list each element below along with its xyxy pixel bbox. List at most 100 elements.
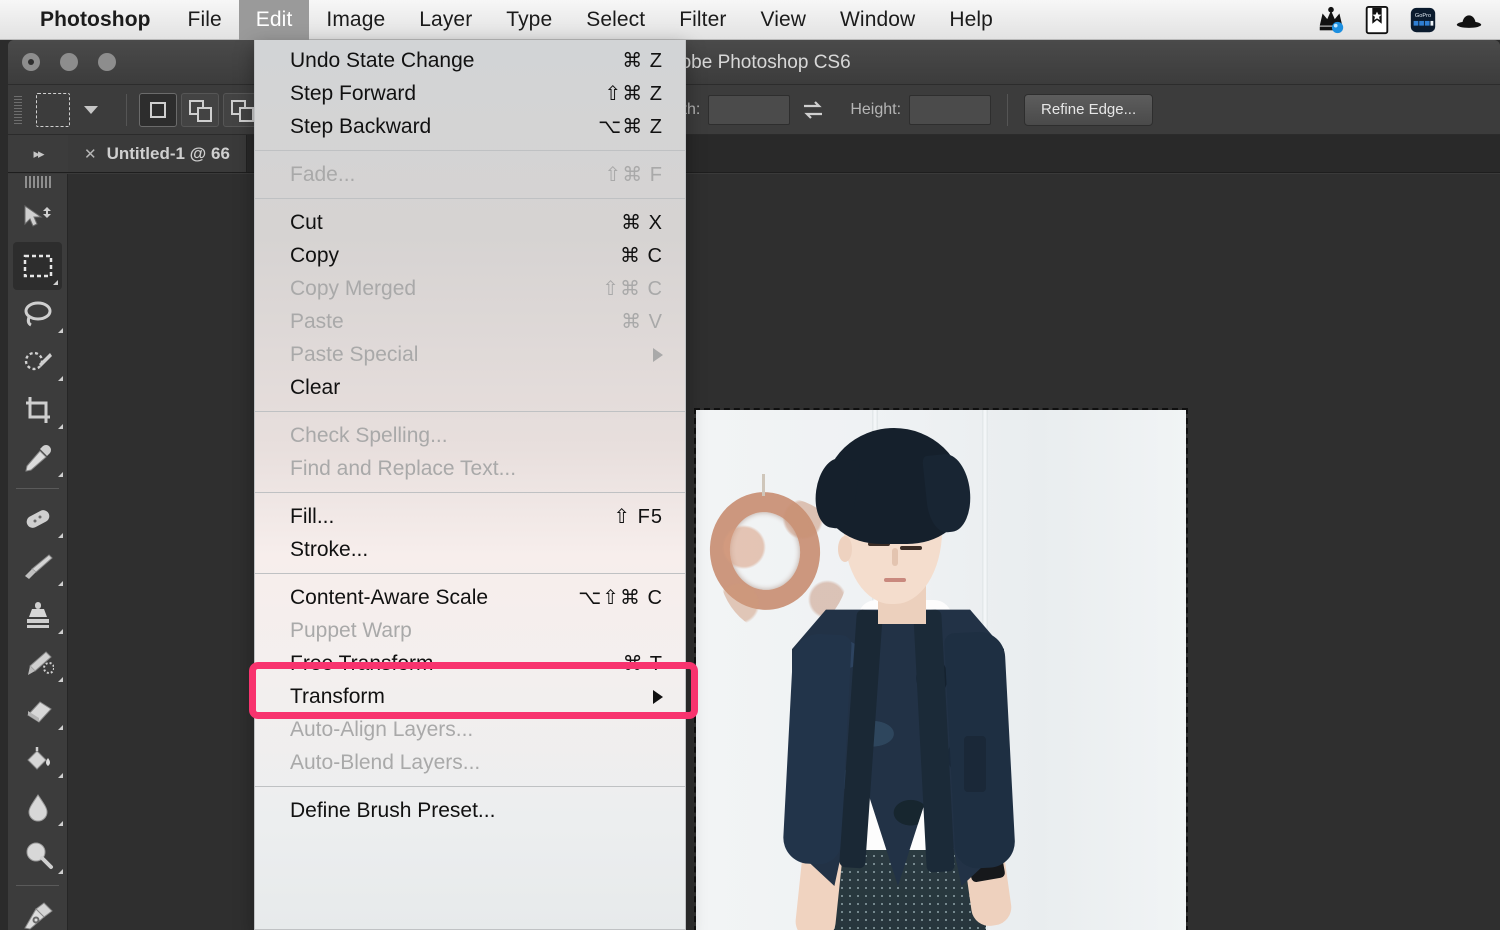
active-tool-thumbnail[interactable] xyxy=(36,92,70,127)
menu-item-clear[interactable]: Clear xyxy=(255,371,685,404)
bookmark-star-icon[interactable] xyxy=(1362,5,1392,35)
tools-panel-grip[interactable] xyxy=(24,176,51,188)
rectangular-marquee-tool[interactable] xyxy=(13,242,62,290)
menu-separator xyxy=(255,573,685,574)
tool-flyout-indicator[interactable] xyxy=(58,581,63,586)
crop-tool[interactable] xyxy=(8,386,67,434)
chevron-down-icon[interactable] xyxy=(84,105,98,114)
width-input[interactable] xyxy=(708,94,791,125)
menu-item-fill[interactable]: Fill... ⇧ F5 xyxy=(255,500,685,533)
menu-item-paste: Paste ⌘ V xyxy=(255,305,685,338)
crown-badge-icon[interactable] xyxy=(1316,5,1346,35)
quick-selection-tool[interactable] xyxy=(8,338,67,386)
photo-image xyxy=(696,410,1186,930)
menu-item-cut[interactable]: Cut ⌘ X xyxy=(255,206,685,239)
menu-item-label: Check Spelling... xyxy=(290,423,448,447)
tool-flyout-indicator[interactable] xyxy=(58,869,63,874)
submenu-arrow-icon xyxy=(653,347,663,362)
menu-item-content-aware-scale[interactable]: Content-Aware Scale ⌥⇧⌘ C xyxy=(255,581,685,614)
tool-flyout-indicator[interactable] xyxy=(58,821,63,826)
menu-item-label: Transform xyxy=(290,684,385,708)
tool-flyout-indicator[interactable] xyxy=(58,677,63,682)
tool-flyout-indicator[interactable] xyxy=(58,629,63,634)
menu-item-label: Auto-Align Layers... xyxy=(290,717,474,741)
menu-item-label: Copy Merged xyxy=(290,276,417,300)
menu-item-fade: Fade... ⇧⌘ F xyxy=(255,158,685,191)
tool-separator xyxy=(16,488,59,489)
menu-separator xyxy=(255,786,685,787)
tool-flyout-indicator[interactable] xyxy=(58,328,63,333)
eyedropper-tool[interactable] xyxy=(8,434,67,482)
menubar-item-help[interactable]: Help xyxy=(932,0,1010,40)
tool-flyout-indicator[interactable] xyxy=(58,376,63,381)
menu-item-shortcut: ⌥⇧⌘ C xyxy=(578,587,663,609)
new-selection-button[interactable] xyxy=(139,92,177,127)
eraser-tool[interactable] xyxy=(8,687,67,735)
clone-stamp-tool[interactable] xyxy=(8,591,67,639)
tool-flyout-indicator[interactable] xyxy=(58,533,63,538)
bowler-hat-icon[interactable] xyxy=(1454,5,1484,35)
dodge-tool[interactable] xyxy=(8,831,67,879)
menu-item-shortcut: ⌘ T xyxy=(622,653,663,675)
menu-item-label: Fade... xyxy=(290,162,356,186)
menu-item-shortcut: ⌥⌘ Z xyxy=(598,116,663,138)
panel-expand-toggle[interactable]: ▸▸ xyxy=(8,135,68,172)
menubar-item-filter[interactable]: Filter xyxy=(662,0,743,40)
history-brush-tool[interactable] xyxy=(8,639,67,687)
refine-edge-button[interactable]: Refine Edge... xyxy=(1024,93,1154,126)
height-input[interactable] xyxy=(909,94,992,125)
menu-item-label: Copy xyxy=(290,243,340,267)
menu-item-step-forward[interactable]: Step Forward ⇧⌘ Z xyxy=(255,77,685,110)
menubar-item-layer[interactable]: Layer xyxy=(402,0,489,40)
lasso-tool[interactable] xyxy=(8,290,67,338)
menubar-item-image[interactable]: Image xyxy=(309,0,402,40)
menu-item-label: Stroke... xyxy=(290,537,369,561)
pen-tool[interactable] xyxy=(8,892,67,930)
menu-item-label: Paste xyxy=(290,309,344,333)
document-tab[interactable]: ✕ Untitled-1 @ 66 xyxy=(68,135,247,172)
menubar-item-type[interactable]: Type xyxy=(489,0,569,40)
menubar-item-file[interactable]: File xyxy=(171,0,239,40)
paint-bucket-tool[interactable] xyxy=(8,735,67,783)
tool-flyout-indicator[interactable] xyxy=(58,725,63,730)
menu-item-shortcut: ⇧⌘ C xyxy=(602,278,663,300)
tool-flyout-indicator[interactable] xyxy=(58,773,63,778)
menu-item-label: Auto-Blend Layers... xyxy=(290,750,481,774)
add-to-selection-button[interactable] xyxy=(181,92,219,127)
menubar-app-name[interactable]: Photoshop xyxy=(26,0,171,40)
menu-item-label: Define Brush Preset... xyxy=(290,798,496,822)
menu-item-define-brush-preset[interactable]: Define Brush Preset... xyxy=(255,794,685,827)
healing-brush-tool[interactable] xyxy=(8,495,67,543)
tool-flyout-indicator[interactable] xyxy=(53,280,58,285)
menu-item-undo-state-change[interactable]: Undo State Change ⌘ Z xyxy=(255,44,685,77)
gopro-app-icon[interactable]: GoPro xyxy=(1408,5,1438,35)
menu-item-stroke[interactable]: Stroke... xyxy=(255,533,685,566)
menu-item-check-spelling: Check Spelling... xyxy=(255,419,685,452)
brush-tool[interactable] xyxy=(8,543,67,591)
menu-item-copy[interactable]: Copy ⌘ C xyxy=(255,239,685,272)
wreath-hook xyxy=(762,474,765,496)
menubar-item-edit[interactable]: Edit xyxy=(238,0,310,40)
menubar-item-window[interactable]: Window xyxy=(823,0,932,40)
divider xyxy=(1007,93,1009,126)
blur-tool[interactable] xyxy=(8,783,67,831)
swap-width-height-icon[interactable] xyxy=(800,97,826,123)
close-tab-icon[interactable]: ✕ xyxy=(84,145,97,163)
menubar-item-select[interactable]: Select xyxy=(569,0,662,40)
menu-item-label: Cut xyxy=(290,210,323,234)
menu-item-label: Step Forward xyxy=(290,81,417,105)
menu-item-step-backward[interactable]: Step Backward ⌥⌘ Z xyxy=(255,110,685,143)
edit-dropdown-menu[interactable]: Undo State Change ⌘ Z Step Forward ⇧⌘ Z Step… xyxy=(254,40,686,930)
menu-item-free-transform[interactable]: Free Transform ⌘ T xyxy=(255,647,685,680)
tool-flyout-indicator[interactable] xyxy=(58,472,63,477)
tool-flyout-indicator[interactable] xyxy=(58,424,63,429)
options-bar-grip[interactable] xyxy=(14,95,22,124)
move-tool[interactable] xyxy=(8,194,67,242)
menu-item-label: Free Transform xyxy=(290,651,434,675)
menu-item-puppet-warp: Puppet Warp xyxy=(255,614,685,647)
menu-item-transform[interactable]: Transform xyxy=(255,680,685,713)
menubar-item-view[interactable]: View xyxy=(743,0,823,40)
menu-separator xyxy=(255,150,685,151)
hair xyxy=(824,428,964,544)
camo-bomber-jacket xyxy=(782,604,1017,886)
